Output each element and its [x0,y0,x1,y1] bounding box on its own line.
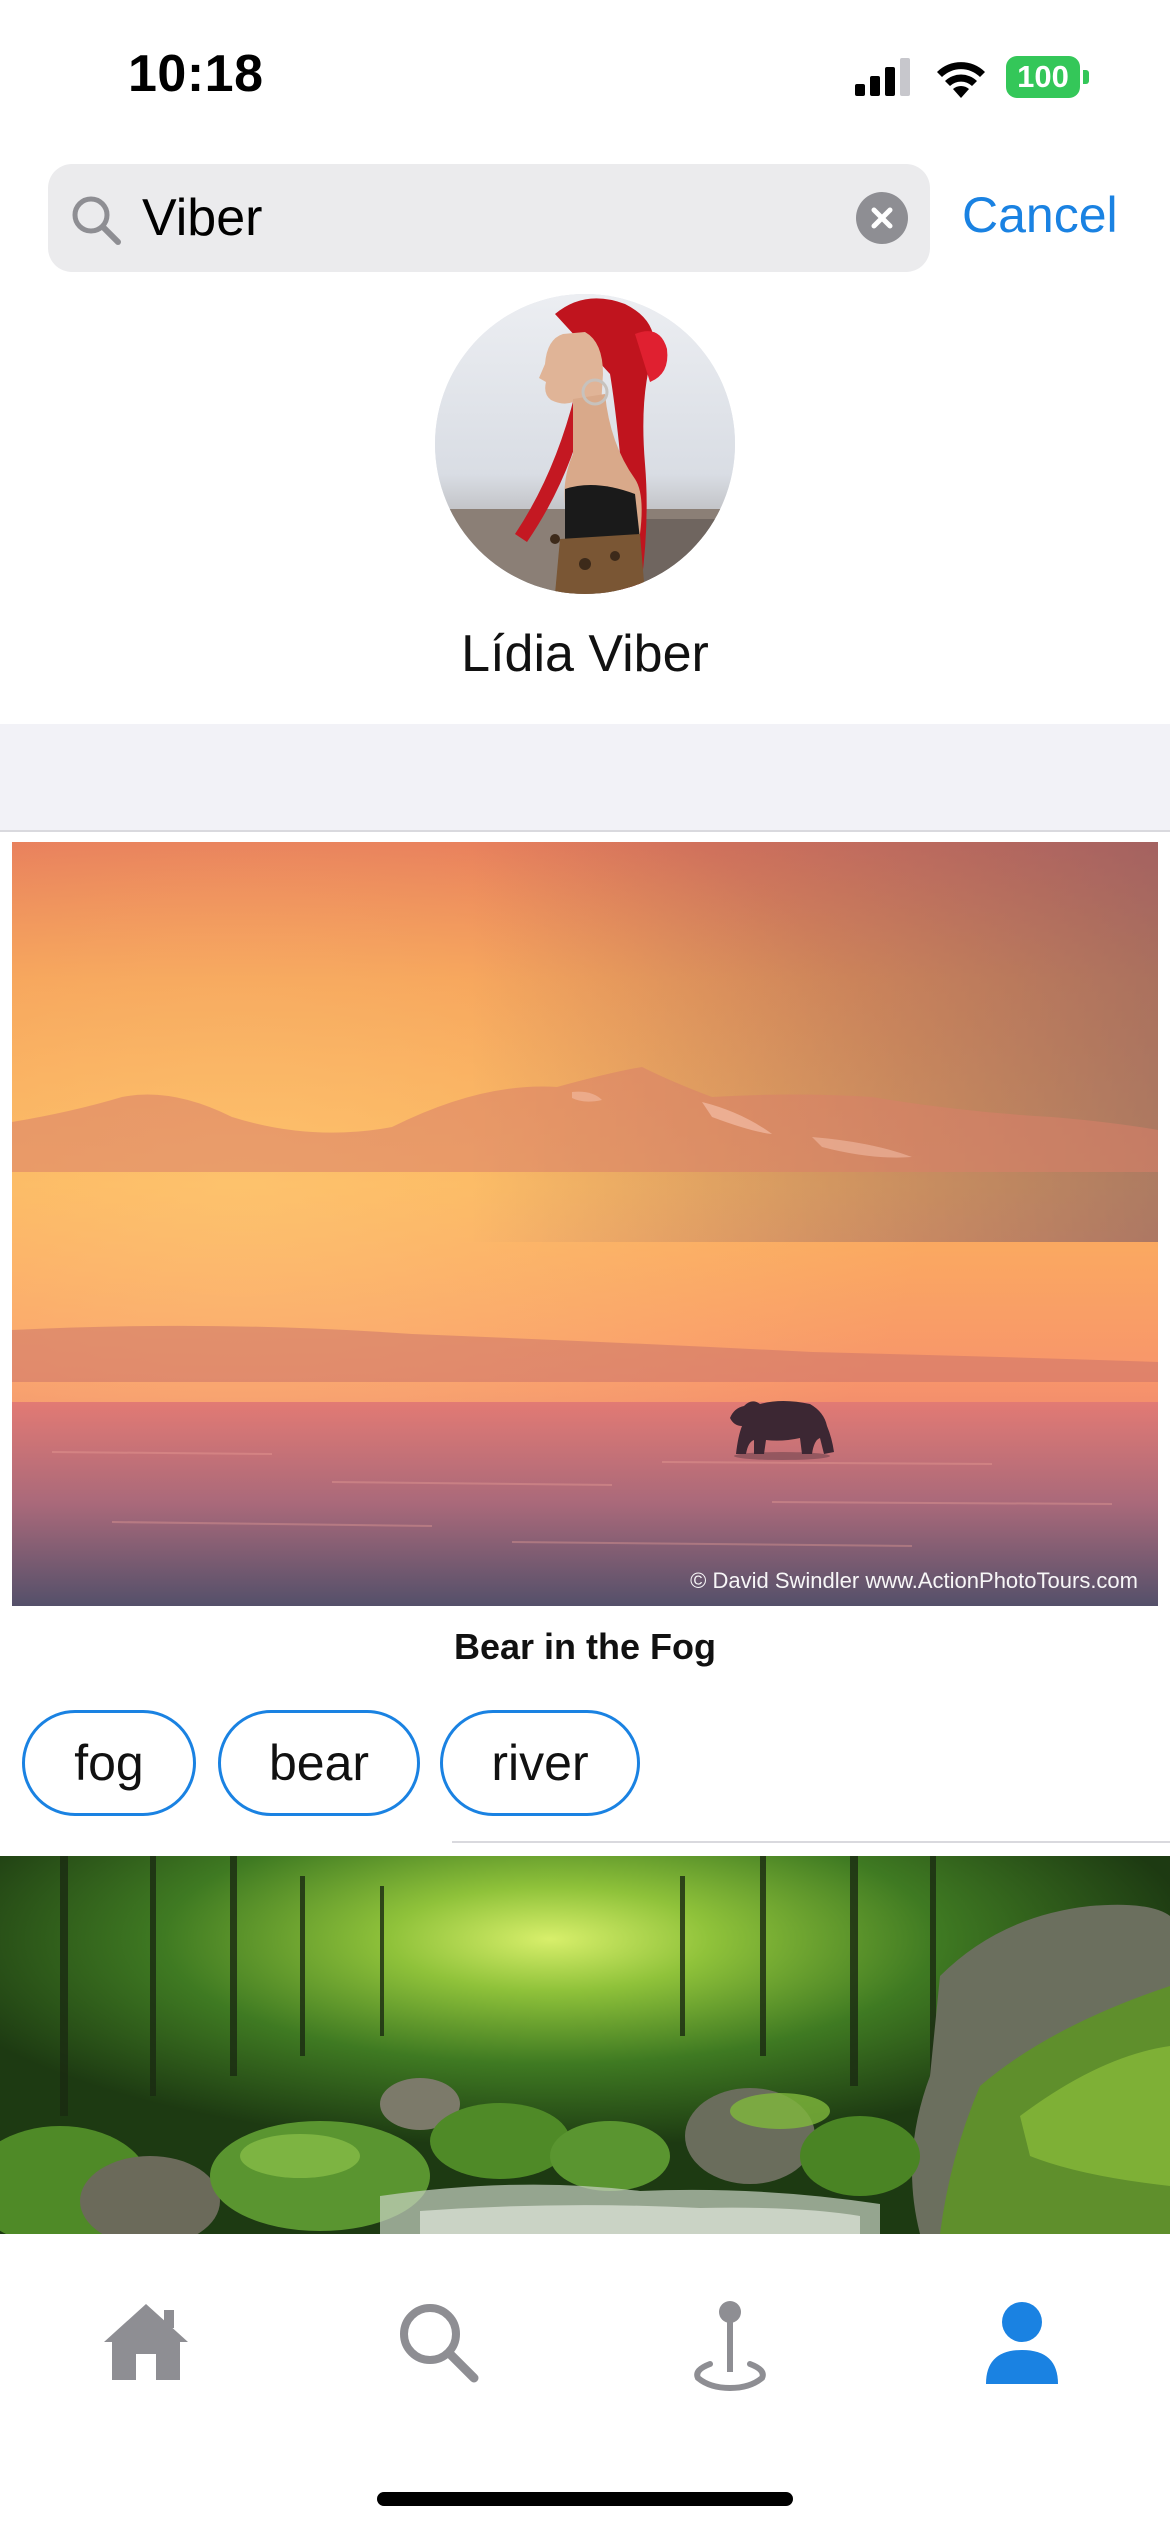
separator-line [452,1841,1170,1843]
photo-credit: © David Swindler www.ActionPhotoTours.co… [690,1568,1138,1593]
search-icon [72,196,121,245]
profile-result[interactable]: Lídia Viber [0,294,1170,724]
bear-fog-image [12,842,1158,1606]
clear-search-button[interactable] [856,192,908,244]
tag-bear[interactable]: bear [218,1710,420,1816]
status-bar: 10:18 100 [0,0,1170,150]
wifi-icon [937,62,985,98]
signal-icon [855,58,910,96]
forest-stream-image [0,1856,1170,2234]
post-photo[interactable]: © David Swindler www.ActionPhotoTours.co… [12,842,1158,1606]
section-divider [0,724,1170,832]
profile-name[interactable]: Lídia Viber [0,624,1170,684]
post-title[interactable]: Bear in the Fog [0,1626,1170,1668]
tab-bar [0,2234,1170,2532]
avatar[interactable] [435,294,735,594]
avatar-image [435,294,735,594]
home-indicator[interactable] [377,2492,793,2506]
map-pin-icon[interactable] [680,2292,780,2392]
cancel-button[interactable]: Cancel [962,186,1118,244]
home-icon[interactable] [96,2292,196,2392]
search-bar[interactable] [48,164,930,272]
status-time: 10:18 [128,45,264,103]
profile-icon[interactable] [972,2292,1072,2392]
tag-fog[interactable]: fog [22,1710,196,1816]
battery-level: 100 [1006,56,1080,98]
search-icon[interactable] [388,2292,488,2392]
tag-river[interactable]: river [440,1710,640,1816]
battery-icon: 100 [1006,56,1090,98]
search-input[interactable] [142,164,882,272]
post-photo[interactable] [0,1856,1170,2234]
clear-icon [871,207,893,229]
battery-tip [1083,70,1089,84]
